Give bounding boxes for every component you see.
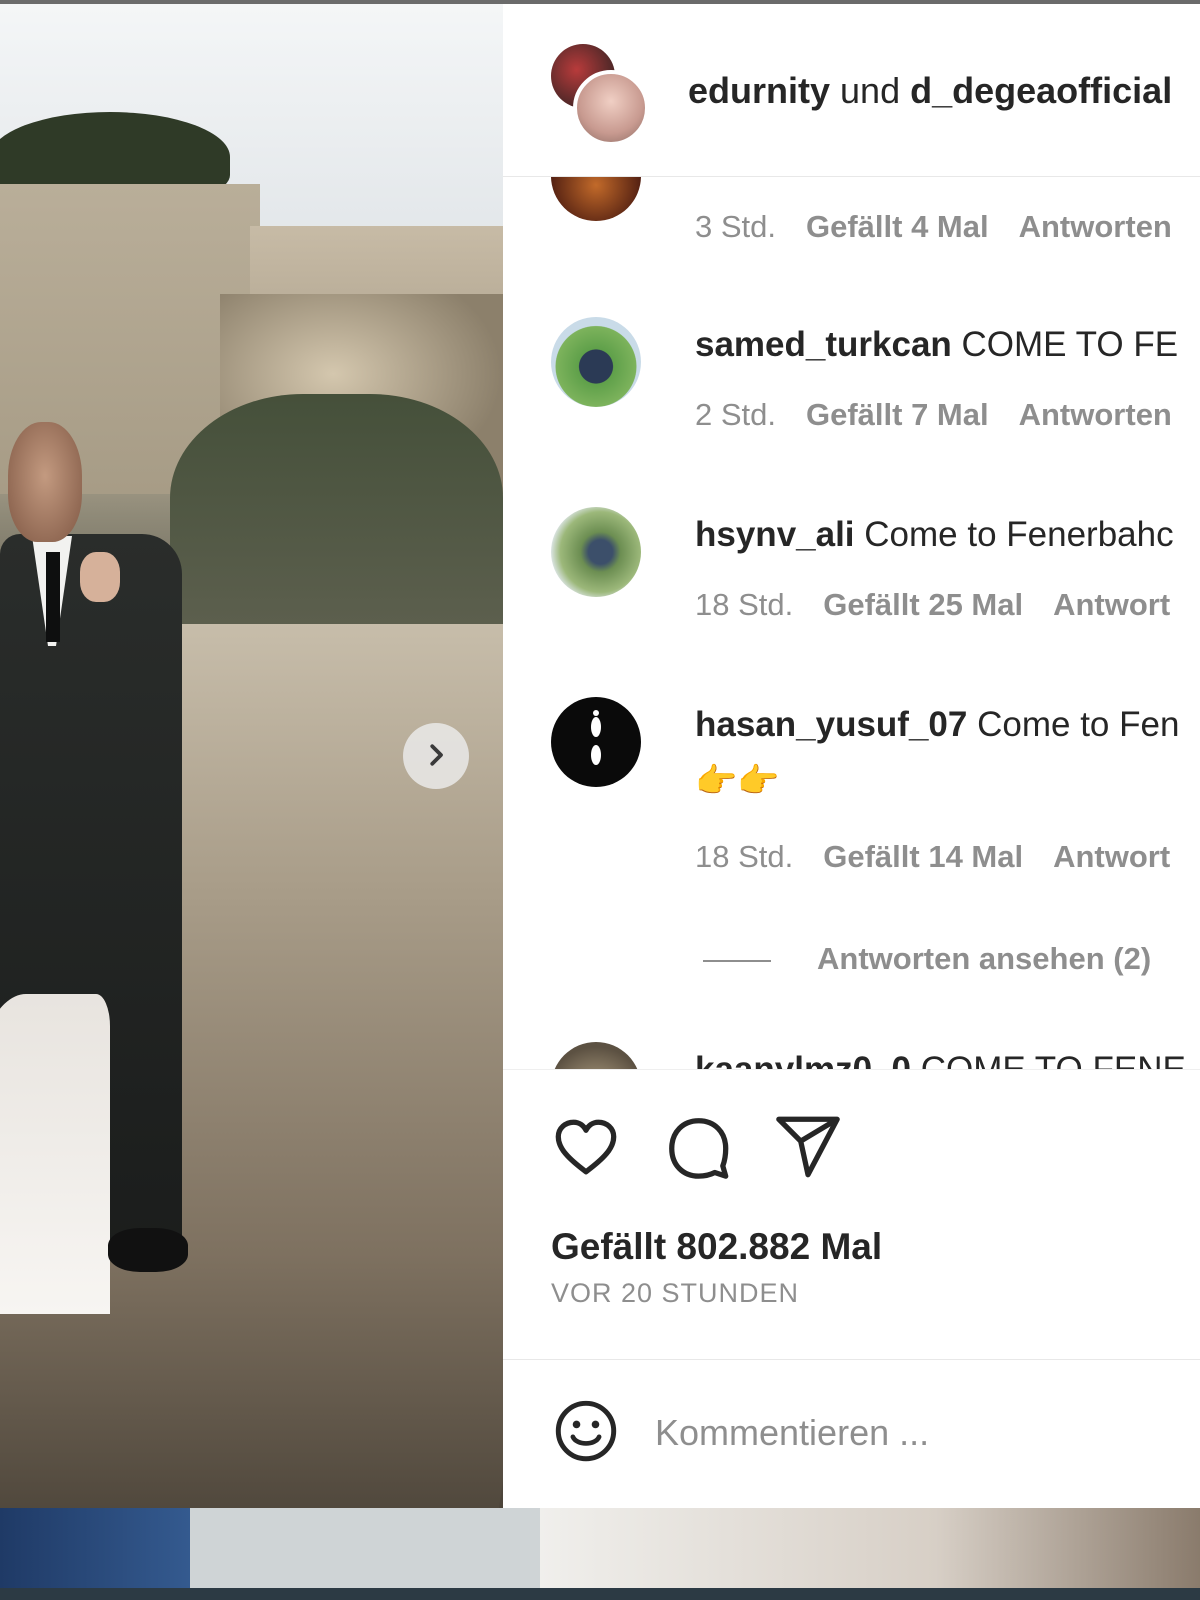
feed-thumb-1: [0, 1508, 190, 1588]
comment-time[interactable]: 18 Std.: [695, 839, 793, 874]
replies-divider: [703, 959, 771, 962]
avatar[interactable]: [551, 1042, 641, 1069]
comment-username[interactable]: kaanylmz0_0: [695, 1050, 911, 1069]
background-feed-strip: [0, 1508, 1200, 1600]
comment-username[interactable]: hasan_yusuf_07: [695, 705, 967, 744]
comment-body: COME TO FE: [961, 325, 1179, 364]
comment-likes[interactable]: Gefällt 25 Mal: [823, 587, 1023, 622]
photo-hand: [80, 552, 120, 602]
photo-dress: [0, 994, 110, 1314]
comment-time[interactable]: 3 Std.: [695, 209, 776, 244]
avatar[interactable]: [551, 697, 641, 787]
comment-time[interactable]: 2 Std.: [695, 397, 776, 432]
comment-meta: 3 Std. Gefällt 4 Mal Antworten: [695, 209, 1172, 245]
comments-list[interactable]: 3 Std. Gefällt 4 Mal Antworten samed_turkc…: [503, 177, 1200, 1069]
feed-bottom-bar: [0, 1588, 1200, 1600]
comment-body: COME TO FENE: [921, 1050, 1186, 1069]
post-actions: [503, 1069, 1200, 1200]
view-replies-label: Antworten ansehen (2): [817, 941, 1152, 976]
emoji-button[interactable]: [551, 1396, 621, 1466]
photo-groom-head: [8, 422, 82, 542]
author-joiner: und: [840, 70, 901, 111]
comment-meta: 2 Std. Gefällt 7 Mal Antworten: [695, 397, 1172, 433]
comment-emoji: 👉👉: [695, 762, 780, 800]
collab-avatars[interactable]: [551, 44, 649, 146]
reply-button[interactable]: Antworten: [1019, 209, 1172, 244]
next-photo-button[interactable]: [403, 723, 469, 789]
heart-icon: [551, 1119, 621, 1185]
photo-tie: [46, 552, 60, 642]
reply-button[interactable]: Antwort: [1053, 587, 1170, 622]
post-authors: edurnity und d_degeaofficial: [688, 70, 1172, 112]
comment-likes[interactable]: Gefällt 14 Mal: [823, 839, 1023, 874]
comment-icon: [663, 1118, 733, 1185]
chevron-right-icon: [421, 740, 451, 773]
comment-meta: 18 Std. Gefällt 14 Mal Antwort: [695, 839, 1170, 875]
view-replies-button[interactable]: Antworten ansehen (2): [703, 941, 1151, 977]
like-button[interactable]: [551, 1112, 621, 1182]
reply-button[interactable]: Antworten: [1019, 397, 1172, 432]
reply-button[interactable]: Antwort: [1053, 839, 1170, 874]
author-username-1[interactable]: edurnity: [688, 70, 830, 111]
smiley-icon: [551, 1400, 621, 1469]
feed-thumb-3: [540, 1508, 1200, 1588]
avatar[interactable]: [551, 177, 641, 221]
comment-input[interactable]: [653, 1404, 1177, 1462]
post-side-panel: edurnity und d_degeaofficial 3 Std. Gefäl…: [503, 4, 1200, 1508]
post-header: edurnity und d_degeaofficial: [503, 4, 1200, 177]
comment-body: Come to Fen: [977, 705, 1180, 744]
comment-likes[interactable]: Gefällt 7 Mal: [806, 397, 989, 432]
comment-username[interactable]: hsynv_ali: [695, 515, 855, 554]
paper-plane-icon: [773, 1116, 843, 1185]
comment-body: Come to Fenerbahc: [864, 515, 1174, 554]
post-timestamp: VOR 20 STUNDEN: [551, 1278, 800, 1308]
feed-thumb-2: [190, 1508, 540, 1588]
comment-username[interactable]: samed_turkcan: [695, 325, 952, 364]
comment-text: kaanylmz0_0 COME TO FENE: [695, 1050, 1186, 1069]
avatar: [573, 70, 649, 146]
comment-text: hsynv_ali Come to Fenerbahc: [695, 515, 1174, 555]
comment-composer: [503, 1359, 1200, 1508]
avatar[interactable]: [551, 507, 641, 597]
share-button[interactable]: [773, 1112, 843, 1182]
comment-meta: 18 Std. Gefällt 25 Mal Antwort: [695, 587, 1170, 623]
comment-text: samed_turkcan COME TO FE: [695, 325, 1178, 365]
comment-time[interactable]: 18 Std.: [695, 587, 793, 622]
likes-count[interactable]: Gefällt 802.882 Mal: [551, 1226, 882, 1268]
comment-text: hasan_yusuf_07 Come to Fen: [695, 705, 1179, 745]
avatar[interactable]: [551, 317, 641, 407]
comment-likes[interactable]: Gefällt 4 Mal: [806, 209, 989, 244]
comment-button[interactable]: [663, 1112, 733, 1182]
author-username-2[interactable]: d_degeaofficial: [910, 70, 1172, 111]
footprints-icon: [591, 710, 601, 765]
photo-bushes: [170, 394, 503, 654]
photo-shoe: [108, 1228, 188, 1272]
